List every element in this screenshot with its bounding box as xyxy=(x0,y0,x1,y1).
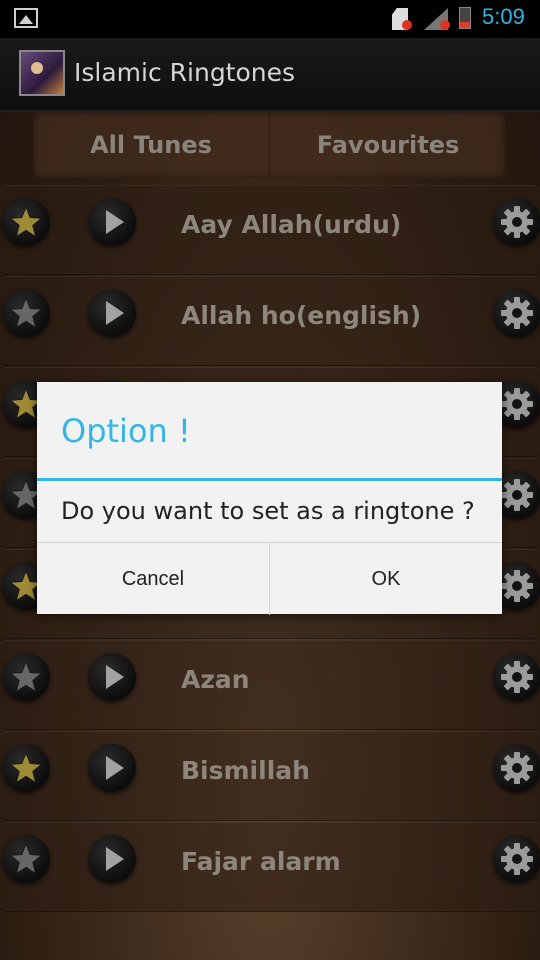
screen: 5:09 Islamic Ringtones All Tunes Favouri… xyxy=(0,0,540,960)
cancel-button[interactable]: Cancel xyxy=(37,543,269,615)
app-logo-icon[interactable] xyxy=(19,50,65,96)
status-bar: 5:09 xyxy=(0,0,540,38)
dialog-button-bar: Cancel OK xyxy=(37,542,502,615)
gallery-notification-icon xyxy=(14,8,38,28)
battery-icon xyxy=(459,7,471,29)
no-signal-icon xyxy=(440,20,450,30)
action-bar: Islamic Ringtones xyxy=(0,38,540,112)
app-title: Islamic Ringtones xyxy=(74,58,296,87)
ok-button[interactable]: OK xyxy=(269,543,502,615)
dialog-title: Option ! xyxy=(61,412,191,450)
dialog-divider xyxy=(37,478,502,481)
sd-card-error-icon xyxy=(402,20,412,30)
clock: 5:09 xyxy=(482,4,525,29)
option-dialog: Option ! Do you want to set as a rington… xyxy=(37,382,502,615)
dialog-message: Do you want to set as a ringtone ? xyxy=(61,497,475,525)
